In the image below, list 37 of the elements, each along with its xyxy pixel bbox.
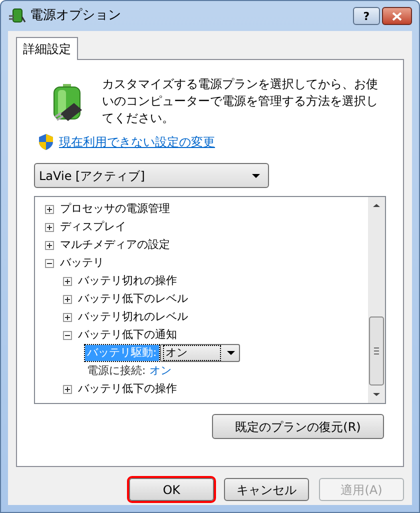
help-button[interactable]: ? [353, 7, 380, 25]
expand-icon[interactable] [63, 312, 72, 322]
close-icon [392, 12, 402, 20]
dialog-button[interactable]: OK [129, 478, 214, 501]
tree-item[interactable]: バッテリ切れのレベル [78, 308, 188, 326]
description-text: カスタマイズする電源プランを選択してから、お使いのコンピューターで電源を管理する方法を選択してください。 [102, 76, 379, 127]
window-title: 電源オプション [30, 7, 121, 26]
tree-item[interactable]: バッテリ低下のレベル [78, 290, 188, 308]
tree-item[interactable]: バッテリ低下の操作 [78, 380, 177, 398]
caret-icon [226, 351, 235, 355]
tree-item[interactable]: プロセッサの電源管理 [60, 200, 170, 218]
restore-button[interactable]: 既定のプランの復元(R) [212, 414, 384, 439]
expand-icon[interactable] [63, 276, 72, 286]
plan-dropdown[interactable]: LaVie [アクティブ] [34, 163, 269, 188]
scrollbar[interactable] [368, 197, 385, 403]
tree-item[interactable]: バッテリ低下の通知 [78, 326, 177, 344]
tab[interactable]: 詳細設定 [16, 37, 78, 60]
expand-icon[interactable] [63, 384, 72, 394]
collapse-icon[interactable] [45, 258, 54, 268]
close-button[interactable] [382, 7, 412, 25]
value-dropdown[interactable]: オン [160, 344, 240, 362]
plug-icon [8, 7, 26, 25]
settings-link[interactable]: 現在利用できない設定の変更 [59, 133, 215, 151]
expand-icon[interactable] [63, 294, 72, 304]
shield-icon [39, 134, 53, 150]
tree-item[interactable]: バッテリ切れの操作 [78, 272, 177, 290]
expand-icon[interactable] [45, 204, 54, 214]
expand-icon[interactable] [45, 240, 54, 250]
collapse-icon[interactable] [63, 330, 72, 340]
setting-label[interactable]: 電源に接続: [85, 362, 148, 380]
caret-icon [252, 174, 260, 178]
expand-icon[interactable] [45, 222, 54, 232]
tree-item[interactable]: バッテリ [60, 254, 104, 272]
dialog-button[interactable]: キャンセル [224, 478, 309, 501]
tree-item[interactable]: ディスプレイ [60, 218, 126, 236]
setting-value[interactable]: オン [150, 362, 172, 380]
tree-item[interactable]: マルチメディアの設定 [60, 236, 170, 254]
